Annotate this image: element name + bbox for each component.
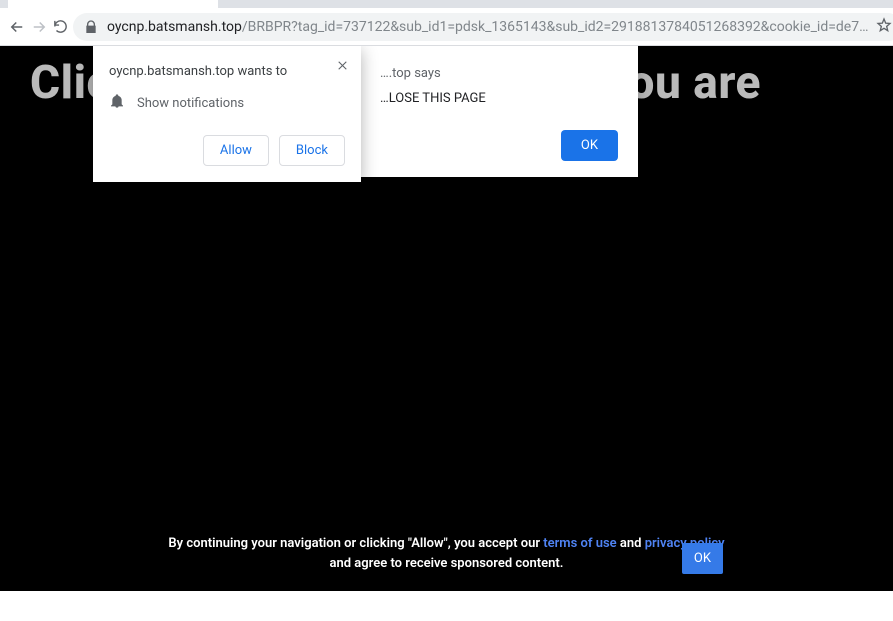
notification-permission-dialog: oycnp.batsmansh.top wants to Show notifi… [93, 46, 361, 182]
permission-block-button[interactable]: Block [279, 135, 345, 166]
page-viewport: Click Allow to confirm that you are By c… [0, 46, 893, 591]
browser-toolbar: oycnp.batsmansh.top/BRBPR?tag_id=737122&… [0, 8, 893, 46]
reload-button[interactable] [52, 13, 69, 41]
terms-of-use-link[interactable]: terms of use [543, 536, 616, 551]
consent-ok-button[interactable]: OK [682, 543, 723, 574]
alert-message: …LOSE THIS PAGE [380, 91, 618, 106]
forward-button[interactable] [30, 13, 48, 41]
consent-mid: and [617, 536, 645, 551]
permission-close-icon[interactable] [333, 56, 351, 74]
browser-tab[interactable]: Confirm Notifications [8, 0, 218, 8]
alert-origin: ….top says [380, 66, 618, 81]
back-button[interactable] [8, 13, 26, 41]
address-bar[interactable]: oycnp.batsmansh.top/BRBPR?tag_id=737122&… [73, 13, 893, 41]
permission-label: Show notifications [137, 96, 244, 111]
alert-ok-button[interactable]: OK [561, 130, 618, 161]
permission-allow-button[interactable]: Allow [203, 135, 269, 166]
permission-origin: oycnp.batsmansh.top wants to [109, 64, 345, 79]
bell-icon [109, 93, 125, 113]
bookmark-star-icon[interactable] [876, 17, 892, 37]
js-alert-dialog: ….top says …LOSE THIS PAGE OK [360, 46, 638, 177]
lock-icon [83, 19, 99, 35]
tab-strip: Confirm Notifications [0, 0, 893, 8]
consent-post: and agree to receive sponsored content. [330, 556, 564, 571]
consent-text: By continuing your navigation or clickin… [0, 534, 893, 573]
url-text: oycnp.batsmansh.top/BRBPR?tag_id=737122&… [107, 19, 868, 35]
permission-row: Show notifications [109, 93, 345, 113]
consent-pre: By continuing your navigation or clickin… [168, 536, 543, 551]
new-tab-button[interactable] [224, 0, 252, 5]
